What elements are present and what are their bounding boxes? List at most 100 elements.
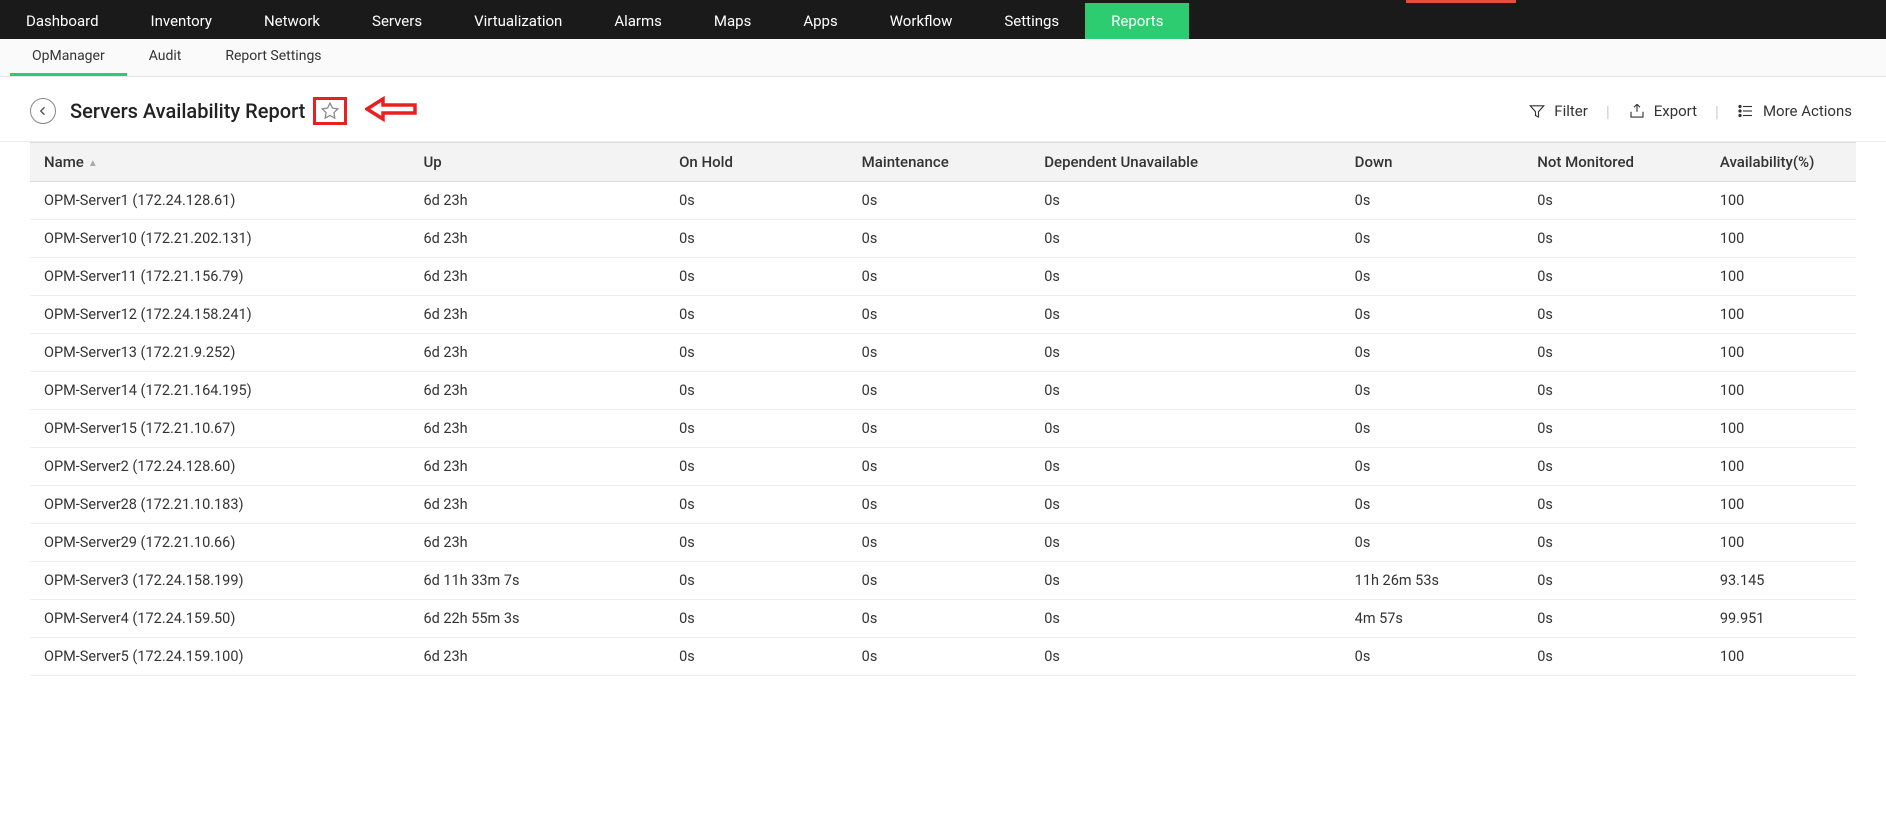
cell-not-monitored: 0s [1527, 296, 1710, 334]
table-row[interactable]: OPM-Server12 (172.24.158.241)6d 23h0s0s0… [30, 296, 1856, 334]
cell-maintenance: 0s [852, 410, 1035, 448]
column-label: Not Monitored [1537, 153, 1634, 171]
cell-dependent-unavailable: 0s [1034, 524, 1344, 562]
table-row[interactable]: OPM-Server14 (172.21.164.195)6d 23h0s0s0… [30, 372, 1856, 410]
column-header-down[interactable]: Down [1345, 143, 1528, 182]
nav-item-workflow[interactable]: Workflow [864, 3, 979, 39]
cell-name: OPM-Server1 (172.24.128.61) [30, 182, 413, 220]
cell-not-monitored: 0s [1527, 638, 1710, 676]
cell-down: 0s [1345, 258, 1528, 296]
cell-up: 6d 23h [413, 182, 669, 220]
nav-item-inventory[interactable]: Inventory [125, 3, 238, 39]
cell-on-hold: 0s [669, 410, 852, 448]
cell-on-hold: 0s [669, 524, 852, 562]
table-row[interactable]: OPM-Server29 (172.21.10.66)6d 23h0s0s0s0… [30, 524, 1856, 562]
cell-availability: 100 [1710, 334, 1856, 372]
title-row: Servers Availability Report Filter | Exp… [0, 77, 1886, 142]
cell-maintenance: 0s [852, 562, 1035, 600]
cell-down: 0s [1345, 486, 1528, 524]
arrow-left-icon [365, 95, 417, 123]
nav-item-apps[interactable]: Apps [777, 3, 863, 39]
cell-maintenance: 0s [852, 220, 1035, 258]
cell-dependent-unavailable: 0s [1034, 410, 1344, 448]
cell-availability: 100 [1710, 448, 1856, 486]
favorite-button[interactable] [313, 97, 347, 125]
table-row[interactable]: OPM-Server11 (172.21.156.79)6d 23h0s0s0s… [30, 258, 1856, 296]
table-row[interactable]: OPM-Server1 (172.24.128.61)6d 23h0s0s0s0… [30, 182, 1856, 220]
cell-dependent-unavailable: 0s [1034, 562, 1344, 600]
chevron-left-icon [37, 105, 49, 117]
column-label: Up [423, 153, 441, 171]
star-icon [320, 101, 340, 121]
cell-availability: 100 [1710, 410, 1856, 448]
table-row[interactable]: OPM-Server2 (172.24.128.60)6d 23h0s0s0s0… [30, 448, 1856, 486]
nav-item-dashboard[interactable]: Dashboard [0, 3, 125, 39]
cell-maintenance: 0s [852, 296, 1035, 334]
nav-item-settings[interactable]: Settings [978, 3, 1085, 39]
cell-maintenance: 0s [852, 334, 1035, 372]
sub-nav-item-report-settings[interactable]: Report Settings [203, 39, 343, 76]
back-button[interactable] [30, 98, 56, 124]
table-row[interactable]: OPM-Server4 (172.24.159.50)6d 22h 55m 3s… [30, 600, 1856, 638]
cell-down: 0s [1345, 334, 1528, 372]
cell-dependent-unavailable: 0s [1034, 334, 1344, 372]
cell-name: OPM-Server15 (172.21.10.67) [30, 410, 413, 448]
table-row[interactable]: OPM-Server5 (172.24.159.100)6d 23h0s0s0s… [30, 638, 1856, 676]
column-header-maintenance[interactable]: Maintenance [852, 143, 1035, 182]
cell-not-monitored: 0s [1527, 334, 1710, 372]
nav-item-reports[interactable]: Reports [1085, 3, 1189, 39]
nav-item-servers[interactable]: Servers [346, 3, 448, 39]
cell-maintenance: 0s [852, 524, 1035, 562]
column-header-dependent-unavailable[interactable]: Dependent Unavailable [1034, 143, 1344, 182]
more-actions-button[interactable]: More Actions [1733, 98, 1856, 124]
cell-availability: 100 [1710, 220, 1856, 258]
column-header-name[interactable]: Name▲ [30, 143, 413, 182]
cell-up: 6d 23h [413, 220, 669, 258]
column-header-availability[interactable]: Availability(%) [1710, 143, 1856, 182]
cell-on-hold: 0s [669, 296, 852, 334]
cell-on-hold: 0s [669, 562, 852, 600]
cell-dependent-unavailable: 0s [1034, 296, 1344, 334]
export-icon [1628, 102, 1646, 120]
cell-down: 0s [1345, 220, 1528, 258]
cell-not-monitored: 0s [1527, 448, 1710, 486]
column-label: Name [44, 153, 84, 171]
column-header-not-monitored[interactable]: Not Monitored [1527, 143, 1710, 182]
cell-up: 6d 23h [413, 372, 669, 410]
cell-dependent-unavailable: 0s [1034, 638, 1344, 676]
sub-nav-item-audit[interactable]: Audit [127, 39, 204, 76]
cell-not-monitored: 0s [1527, 524, 1710, 562]
sub-nav-item-opmanager[interactable]: OpManager [10, 39, 127, 76]
column-header-up[interactable]: Up [413, 143, 669, 182]
export-button[interactable]: Export [1624, 98, 1701, 124]
cell-availability: 100 [1710, 372, 1856, 410]
cell-down: 0s [1345, 296, 1528, 334]
cell-on-hold: 0s [669, 638, 852, 676]
cell-maintenance: 0s [852, 486, 1035, 524]
column-label: Availability(%) [1720, 153, 1814, 171]
nav-item-virtualization[interactable]: Virtualization [448, 3, 588, 39]
nav-item-alarms[interactable]: Alarms [588, 3, 688, 39]
column-header-onhold[interactable]: On Hold [669, 143, 852, 182]
cell-up: 6d 23h [413, 524, 669, 562]
table-row[interactable]: OPM-Server15 (172.21.10.67)6d 23h0s0s0s0… [30, 410, 1856, 448]
nav-item-network[interactable]: Network [238, 3, 346, 39]
nav-item-maps[interactable]: Maps [688, 3, 777, 39]
filter-button[interactable]: Filter [1524, 98, 1592, 124]
cell-name: OPM-Server12 (172.24.158.241) [30, 296, 413, 334]
table-row[interactable]: OPM-Server28 (172.21.10.183)6d 23h0s0s0s… [30, 486, 1856, 524]
cell-down: 0s [1345, 524, 1528, 562]
cell-name: OPM-Server2 (172.24.128.60) [30, 448, 413, 486]
cell-availability: 100 [1710, 638, 1856, 676]
cell-maintenance: 0s [852, 258, 1035, 296]
main-nav: DashboardInventoryNetworkServersVirtuali… [0, 3, 1886, 39]
report-table-wrap: Name▲ Up On Hold Maintenance Dependent U… [0, 142, 1886, 676]
table-row[interactable]: OPM-Server10 (172.21.202.131)6d 23h0s0s0… [30, 220, 1856, 258]
table-row[interactable]: OPM-Server13 (172.21.9.252)6d 23h0s0s0s0… [30, 334, 1856, 372]
table-row[interactable]: OPM-Server3 (172.24.158.199)6d 11h 33m 7… [30, 562, 1856, 600]
filter-label: Filter [1554, 102, 1588, 120]
table-header-row: Name▲ Up On Hold Maintenance Dependent U… [30, 143, 1856, 182]
cell-dependent-unavailable: 0s [1034, 258, 1344, 296]
cell-up: 6d 23h [413, 258, 669, 296]
cell-maintenance: 0s [852, 448, 1035, 486]
